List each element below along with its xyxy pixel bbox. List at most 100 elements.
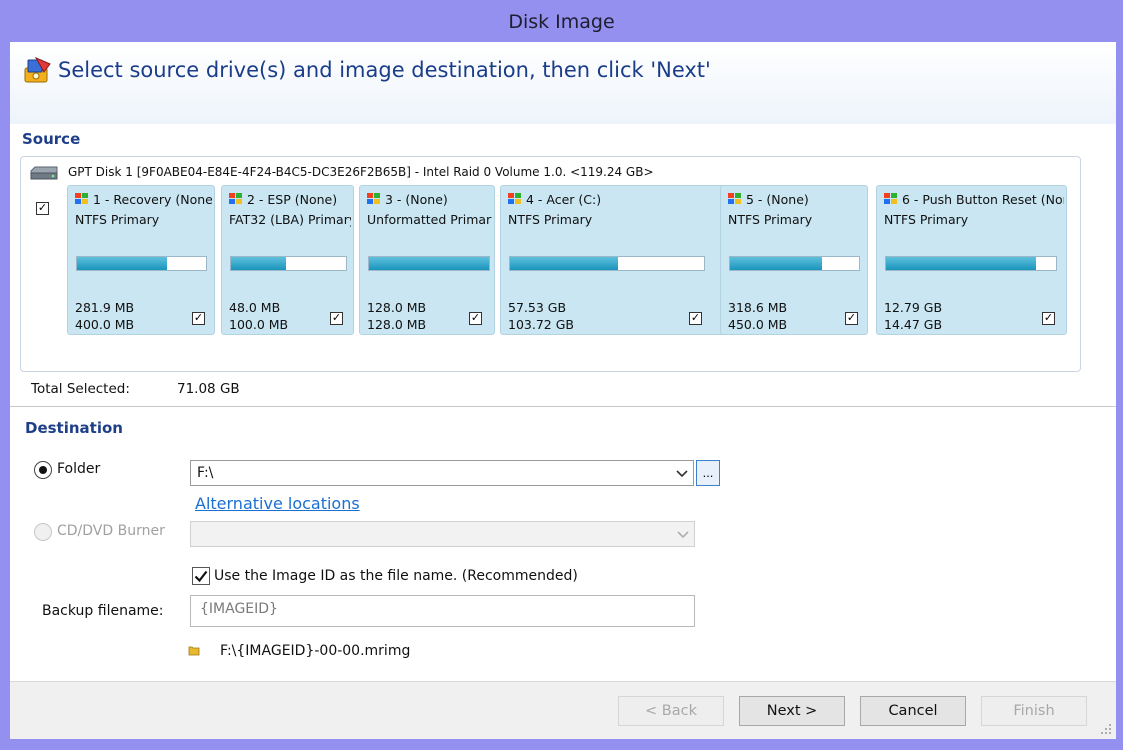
partition-card-6[interactable]: 6 - Push Button Reset (None) NTFS Primar…	[876, 185, 1067, 335]
output-file-path: F:\{IMAGEID}-00-00.mrimg	[220, 643, 411, 659]
partition-fs: FAT32 (LBA) Primary	[229, 212, 351, 227]
hard-disk-icon	[30, 166, 58, 180]
folder-combobox[interactable]: F:\	[190, 460, 694, 486]
partition-used: 128.0 MB	[367, 300, 427, 315]
partition-usage-bar	[729, 256, 860, 271]
partition-fs: NTFS Primary	[75, 212, 160, 227]
source-disk-panel: GPT Disk 1 [9F0ABE04-E84E-4F24-B4C5-DC3E…	[20, 156, 1081, 372]
header-banner: Select source drive(s) and image destina…	[10, 42, 1116, 124]
alternative-locations-link[interactable]: Alternative locations	[195, 494, 360, 513]
partition-fs: NTFS Primary	[728, 212, 813, 227]
wizard-footer: < Back Next > Cancel Finish	[10, 681, 1116, 739]
partition-usage-bar	[368, 256, 490, 271]
partition-checkbox[interactable]: ✓	[192, 312, 205, 325]
back-button[interactable]: < Back	[618, 696, 724, 726]
total-selected-value: 71.08 GB	[177, 381, 240, 397]
partition-name: 5 - (None)	[728, 192, 865, 207]
partition-usage-fill	[510, 257, 618, 270]
backup-filename-placeholder: {IMAGEID}	[200, 601, 278, 617]
partition-checkbox[interactable]: ✓	[689, 312, 702, 325]
partition-name: 6 - Push Button Reset (None)	[884, 192, 1064, 207]
partition-total: 450.0 MB	[728, 317, 788, 332]
disk-image-wizard-icon	[24, 56, 51, 83]
folder-icon	[188, 646, 200, 656]
partition-usage-bar	[509, 256, 705, 271]
partition-name: 4 - Acer (C:)	[508, 192, 732, 207]
window-title: Disk Image	[508, 11, 615, 33]
partition-usage-bar	[230, 256, 347, 271]
chevron-down-icon[interactable]	[676, 528, 690, 542]
partition-usage-fill	[886, 257, 1036, 270]
partition-checkbox[interactable]: ✓	[1042, 312, 1055, 325]
partition-used: 281.9 MB	[75, 300, 135, 315]
partition-total: 103.72 GB	[508, 317, 574, 332]
use-image-id-checkbox[interactable]	[192, 567, 210, 585]
next-button[interactable]: Next >	[739, 696, 845, 726]
partition-total: 14.47 GB	[884, 317, 943, 332]
partition-used: 12.79 GB	[884, 300, 943, 315]
partition-name: 3 - (None)	[367, 192, 492, 207]
partition-used: 48.0 MB	[229, 300, 281, 315]
partition-total: 100.0 MB	[229, 317, 289, 332]
partition-usage-bar	[885, 256, 1057, 271]
partition-usage-fill	[369, 257, 489, 270]
source-section-title: Source	[22, 130, 81, 148]
total-selected-label: Total Selected:	[31, 381, 130, 397]
partition-fs: NTFS Primary	[884, 212, 969, 227]
cancel-button[interactable]: Cancel	[860, 696, 966, 726]
partition-card-5[interactable]: 5 - (None) NTFS Primary 318.6 MB 450.0 M…	[720, 185, 868, 335]
partition-name-text: 2 - ESP (None)	[247, 192, 338, 207]
partition-name-text: 5 - (None)	[746, 192, 809, 207]
dialog-client: Select source drive(s) and image destina…	[10, 42, 1116, 739]
partition-checkbox[interactable]: ✓	[330, 312, 343, 325]
windows-logo-icon	[367, 193, 380, 204]
backup-filename-label: Backup filename:	[42, 603, 164, 619]
partition-name: 1 - Recovery (None)	[75, 192, 212, 207]
partition-total: 400.0 MB	[75, 317, 135, 332]
section-divider	[10, 406, 1116, 407]
finish-button[interactable]: Finish	[981, 696, 1087, 726]
partition-card-3[interactable]: 3 - (None) Unformatted Primary 128.0 MB …	[359, 185, 495, 335]
disk-label: GPT Disk 1 [9F0ABE04-E84E-4F24-B4C5-DC3E…	[68, 165, 654, 179]
windows-logo-icon	[229, 193, 242, 204]
partition-checkbox[interactable]: ✓	[845, 312, 858, 325]
windows-logo-icon	[508, 193, 521, 204]
disk-checkbox[interactable]: ✓	[36, 202, 49, 215]
partition-usage-bar	[76, 256, 207, 271]
partition-card-2[interactable]: 2 - ESP (None) FAT32 (LBA) Primary 48.0 …	[221, 185, 354, 335]
partition-fs: NTFS Primary	[508, 212, 593, 227]
backup-filename-input[interactable]: {IMAGEID}	[190, 595, 695, 627]
folder-radio[interactable]	[34, 461, 52, 479]
folder-label[interactable]: Folder	[57, 461, 100, 477]
windows-logo-icon	[728, 193, 741, 204]
windows-logo-icon	[884, 193, 897, 204]
partition-total: 128.0 MB	[367, 317, 427, 332]
chevron-down-icon[interactable]	[675, 467, 689, 481]
use-image-id-label[interactable]: Use the Image ID as the file name. (Reco…	[214, 568, 578, 584]
partition-checkbox[interactable]: ✓	[469, 312, 482, 325]
partition-name-text: 3 - (None)	[385, 192, 448, 207]
partition-used: 318.6 MB	[728, 300, 788, 315]
browse-folder-button[interactable]: ...	[696, 460, 720, 486]
cd-dvd-label[interactable]: CD/DVD Burner	[57, 523, 165, 539]
cd-dvd-radio[interactable]	[34, 523, 52, 541]
partition-name-text: 4 - Acer (C:)	[526, 192, 602, 207]
partition-name-text: 6 - Push Button Reset (None)	[902, 192, 1064, 207]
partition-fs: Unformatted Primary	[367, 212, 492, 227]
checkmark-icon	[194, 570, 208, 583]
folder-value: F:\	[197, 465, 214, 481]
partition-usage-fill	[730, 257, 822, 270]
partition-used: 57.53 GB	[508, 300, 567, 315]
resize-grip-icon[interactable]	[1100, 723, 1112, 735]
partition-usage-fill	[77, 257, 168, 270]
partition-name-text: 1 - Recovery (None)	[93, 192, 212, 207]
radio-selected-dot	[39, 466, 47, 474]
partition-usage-fill	[231, 257, 287, 270]
header-instruction: Select source drive(s) and image destina…	[58, 58, 711, 82]
partition-card-4[interactable]: 4 - Acer (C:) NTFS Primary 57.53 GB 103.…	[500, 185, 735, 335]
partition-name: 2 - ESP (None)	[229, 192, 351, 207]
windows-logo-icon	[75, 193, 88, 204]
cd-dvd-combobox[interactable]	[190, 521, 695, 547]
partition-card-1[interactable]: 1 - Recovery (None) NTFS Primary 281.9 M…	[67, 185, 215, 335]
destination-section-title: Destination	[25, 419, 123, 437]
